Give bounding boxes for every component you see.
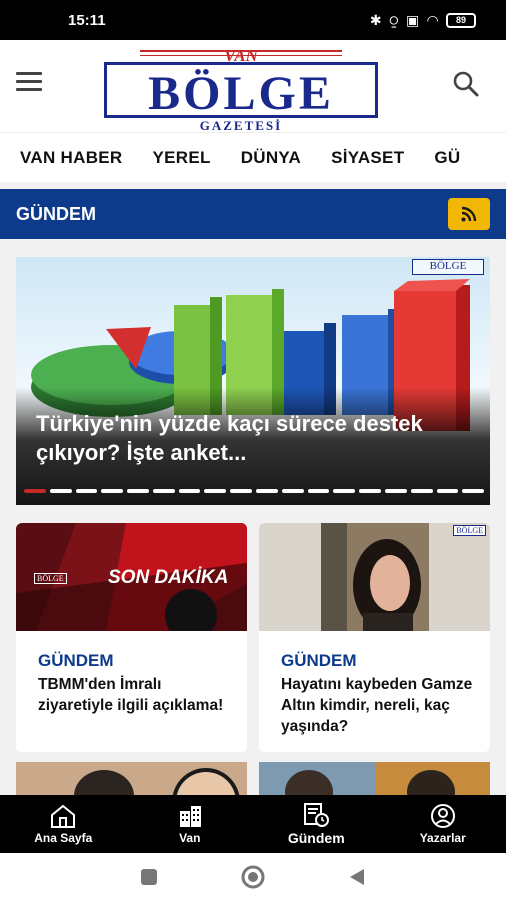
- status-icons: ✱ ⍜ ▣ ◠ 89: [370, 12, 476, 29]
- slider-dot[interactable]: [101, 489, 124, 493]
- slider-dot[interactable]: [307, 489, 330, 493]
- sim-icon: ▣: [405, 11, 420, 28]
- tab-gundem-partial[interactable]: GÜ: [434, 148, 460, 168]
- slider-dot[interactable]: [256, 489, 278, 493]
- card-image-text: SON DAKİKA: [108, 567, 229, 588]
- news-card-partial[interactable]: [16, 762, 247, 796]
- slider-dot[interactable]: [384, 489, 407, 493]
- slider-dot[interactable]: [178, 489, 201, 493]
- card-category[interactable]: GÜNDEM: [38, 651, 114, 671]
- slider-dot[interactable]: [462, 489, 485, 493]
- slider-dot[interactable]: [230, 489, 253, 493]
- recent-apps-icon[interactable]: [140, 868, 158, 886]
- city-icon: [179, 806, 201, 827]
- status-time: 15:11: [68, 11, 106, 29]
- status-bar: 15:11 ✱ ⍜ ▣ ◠ 89: [0, 0, 506, 40]
- nav-yazarlar-label: Yazarlar: [419, 831, 466, 845]
- nav-home[interactable]: Ana Sayfa: [8, 803, 118, 845]
- slider-dot[interactable]: [410, 489, 433, 493]
- card-image: BÖLGE SON DAKİKA: [16, 523, 247, 631]
- slider-dot[interactable]: [127, 489, 149, 493]
- nav-van-label: Van: [179, 831, 201, 845]
- rss-icon: [461, 206, 477, 222]
- tab-siyaset[interactable]: SİYASET: [331, 148, 404, 168]
- nav-yazarlar[interactable]: Yazarlar: [388, 803, 498, 845]
- tab-dunya[interactable]: DÜNYA: [241, 148, 301, 168]
- card-category[interactable]: GÜNDEM: [281, 651, 357, 671]
- slider-dot[interactable]: [152, 489, 175, 493]
- slider-dot[interactable]: [24, 489, 46, 493]
- rss-button[interactable]: [448, 198, 490, 230]
- news-card[interactable]: BÖLGE GÜNDEM Hayatını kaybeden Gamze Alt…: [259, 523, 490, 752]
- news-card[interactable]: BÖLGE SON DAKİKA GÜNDEM TBMM'den İmralı …: [16, 523, 247, 752]
- nav-gundem-label: Gündem: [287, 830, 345, 846]
- section-header: GÜNDEM: [0, 189, 506, 239]
- battery-icon: 89: [446, 12, 476, 28]
- slider-dot[interactable]: [333, 489, 356, 493]
- section-title: GÜNDEM: [16, 203, 96, 224]
- card-title[interactable]: TBMM'den İmralı ziyaretiyle ilgili açıkl…: [38, 674, 238, 716]
- hero-slider[interactable]: BÖLGE Türkiye'nin yüzde kaçı sürece dest…: [16, 257, 490, 505]
- slider-indicators: [24, 489, 485, 493]
- nav-van[interactable]: Van: [135, 803, 245, 845]
- slider-dot[interactable]: [436, 489, 459, 493]
- slider-dot[interactable]: [204, 489, 227, 493]
- logo[interactable]: VAN BÖLGE GAZETESİ: [98, 46, 384, 133]
- hero-headline[interactable]: Türkiye'nin yüzde kaçı sürece destek çık…: [36, 409, 476, 467]
- battery-level: 89: [455, 14, 466, 25]
- hero-watermark: BÖLGE: [412, 259, 484, 275]
- app-header: VAN BÖLGE GAZETESİ: [0, 40, 506, 133]
- system-navigation: [0, 853, 506, 900]
- card-title[interactable]: Hayatını kaybeden Gamze Altın kimdir, ne…: [281, 674, 481, 737]
- back-icon[interactable]: [348, 868, 366, 886]
- card-image-badge: BÖLGE: [453, 525, 486, 536]
- slider-dot[interactable]: [281, 489, 304, 493]
- bluetooth-icon: ✱: [369, 11, 382, 28]
- wifi-icon: ◠: [427, 11, 438, 28]
- nav-gundem[interactable]: Gündem: [261, 802, 371, 846]
- user-circle-icon: [430, 804, 455, 828]
- home-button-icon[interactable]: [240, 864, 266, 890]
- nav-home-label: Ana Sayfa: [34, 831, 93, 845]
- bottom-navigation: Ana Sayfa Van Gündem Yazarlar: [0, 795, 506, 853]
- slider-dot[interactable]: [49, 489, 72, 493]
- card-image-badge: BÖLGE: [34, 573, 67, 584]
- vibrate-icon: ⍜: [389, 11, 398, 28]
- newspaper-clock-icon: [304, 803, 330, 827]
- card-image: BÖLGE: [259, 523, 490, 631]
- search-icon[interactable]: [452, 70, 480, 98]
- home-icon: [51, 804, 76, 828]
- slider-dot[interactable]: [359, 489, 381, 493]
- hamburger-menu-icon[interactable]: [16, 72, 42, 92]
- slider-dot[interactable]: [75, 489, 98, 493]
- news-card-partial[interactable]: [259, 762, 490, 796]
- tab-yerel[interactable]: YEREL: [153, 148, 211, 168]
- logo-main-text: BÖLGE: [148, 67, 334, 120]
- category-tabs: VAN HABER YEREL DÜNYA SİYASET GÜ: [0, 132, 506, 182]
- tab-van-haber[interactable]: VAN HABER: [20, 148, 123, 168]
